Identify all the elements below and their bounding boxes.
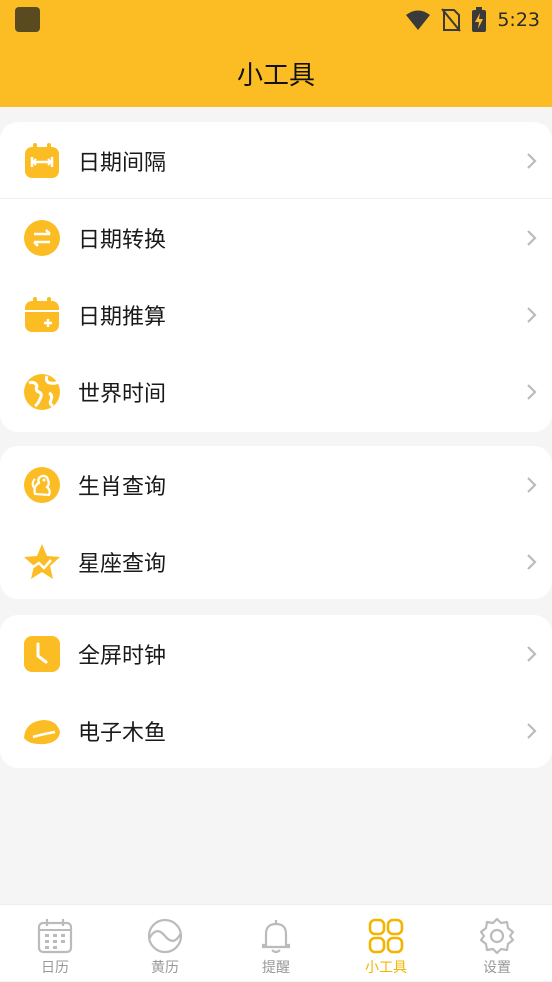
calendar-icon [37,919,73,954]
zodiac-icon [23,466,61,504]
tab-label: 黄历 [151,960,179,976]
date-calc-icon [23,296,61,334]
wooden-fish-icon [23,712,61,750]
globe-icon [23,373,61,411]
tool-item-label: 电子木鱼 [78,720,167,746]
app-header: 小工具 [0,40,552,107]
tool-item-date-convert[interactable]: 日期转换 [0,199,552,276]
app-notification-icon [15,7,40,32]
tool-item-label: 日期推算 [78,304,167,330]
chevron-right-icon [527,229,537,246]
chevron-right-icon [527,722,537,739]
no-sim-icon [441,8,462,32]
bell-icon [261,920,291,954]
tool-item-world-time[interactable]: 世界时间 [0,353,552,430]
tool-item-date-interval[interactable]: 日期间隔 [0,122,552,199]
tools-group-fun: 全屏时钟 电子木鱼 [0,615,552,768]
tab-label: 设置 [483,960,511,976]
tool-item-label: 星座查询 [78,551,167,577]
chevron-right-icon [527,306,537,323]
tab-tools[interactable]: 小工具 [331,905,441,982]
tool-item-label: 世界时间 [78,381,167,407]
settings-icon [479,917,515,955]
chevron-right-icon [527,476,537,493]
tools-group-date: 日期间隔 日期转换 日期推算 世界时间 [0,122,552,432]
page-title: 小工具 [236,61,315,91]
clock-icon [23,635,61,673]
tool-item-label: 全屏时钟 [78,643,167,669]
wifi-icon [406,10,431,30]
status-indicators: 5:23 [405,6,540,34]
tool-item-label: 生肖查询 [78,474,167,500]
tool-item-label: 日期间隔 [78,150,167,176]
star-constellation-icon [23,543,61,581]
tool-item-date-calc[interactable]: 日期推算 [0,276,552,353]
date-convert-icon [23,219,61,257]
chevron-right-icon [527,645,537,662]
tab-label: 小工具 [365,960,407,976]
almanac-icon [147,918,183,954]
status-time: 5:23 [497,9,540,31]
tool-item-zodiac[interactable]: 生肖查询 [0,446,552,523]
tab-label: 日历 [41,960,69,976]
chevron-right-icon [527,152,537,169]
tools-grid-icon [368,918,404,954]
bottom-tab-bar: 日历 黄历 提醒 小工具 设置 [0,904,552,981]
chevron-right-icon [527,553,537,570]
tool-item-wooden-fish[interactable]: 电子木鱼 [0,692,552,769]
tab-label: 提醒 [262,960,290,976]
tab-settings[interactable]: 设置 [442,905,552,982]
tool-item-label: 日期转换 [78,227,167,253]
tool-item-constellation[interactable]: 星座查询 [0,523,552,600]
tab-reminder[interactable]: 提醒 [221,905,331,982]
tab-calendar[interactable]: 日历 [0,905,110,982]
battery-charging-icon [472,7,487,32]
date-interval-icon [23,142,61,180]
tools-group-query: 生肖查询 星座查询 [0,446,552,599]
status-bar: 5:23 [0,0,552,40]
tab-almanac[interactable]: 黄历 [110,905,220,982]
chevron-right-icon [527,383,537,400]
tool-item-fullscreen-clock[interactable]: 全屏时钟 [0,615,552,692]
